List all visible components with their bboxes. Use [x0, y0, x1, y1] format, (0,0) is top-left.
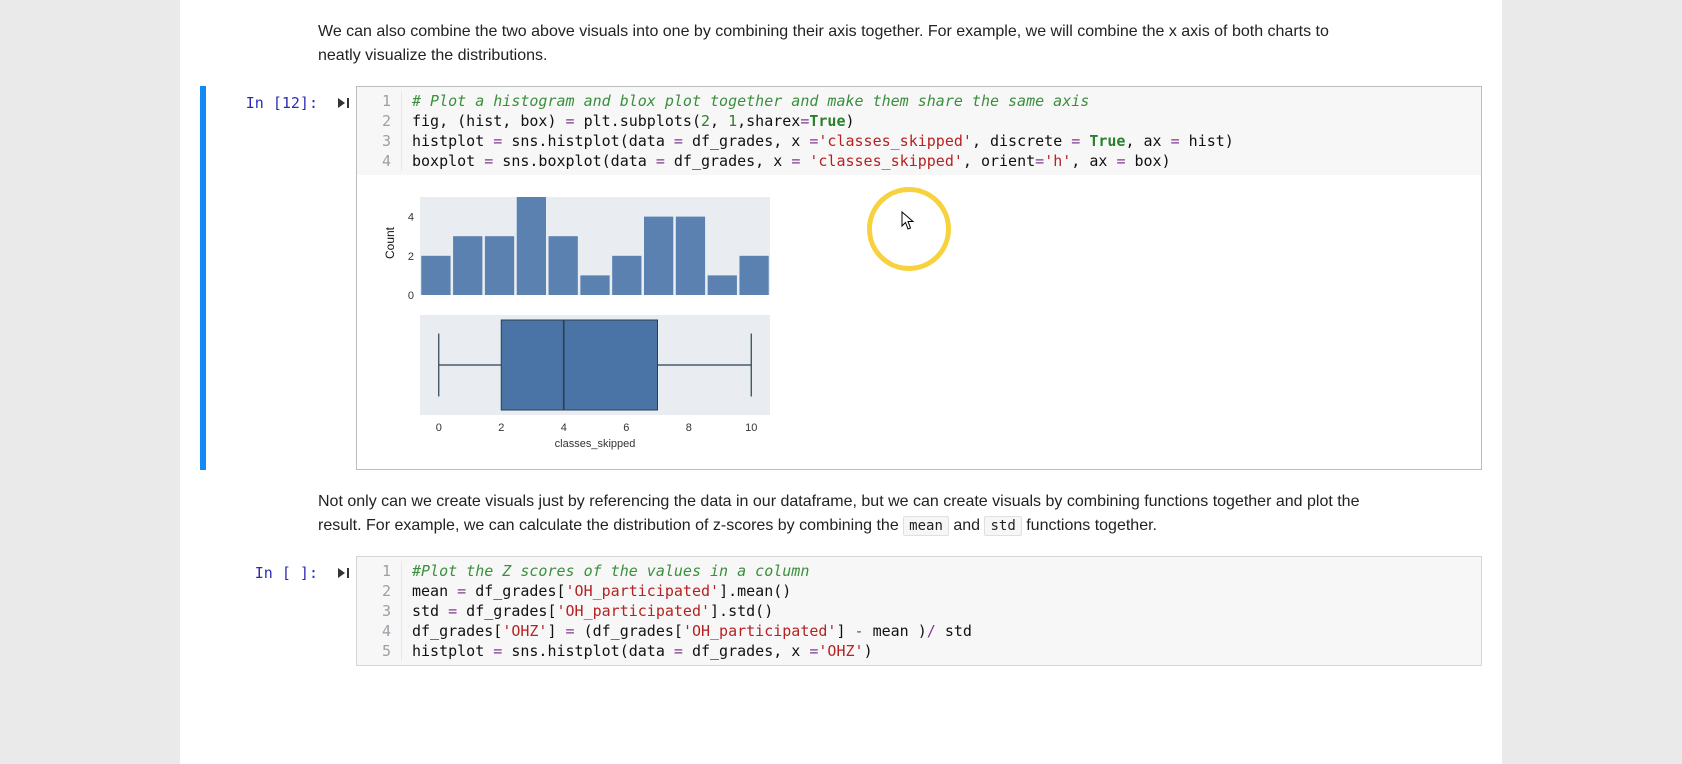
- svg-text:4: 4: [561, 422, 567, 434]
- markdown-paragraph-1: We can also combine the two above visual…: [318, 20, 1364, 68]
- svg-text:0: 0: [408, 290, 414, 302]
- svg-text:2: 2: [408, 251, 414, 263]
- code-cell-12[interactable]: In [12]: 1 2 3 4 # Plot a histogram and …: [200, 86, 1482, 470]
- line-gutter: 1 2 3 4 5: [357, 561, 402, 661]
- boxplot-plot: 0 2 4 6 8 10 classes_skipped: [395, 309, 775, 459]
- hist-ylabel: Count: [383, 227, 397, 259]
- inline-code-mean: mean: [903, 516, 949, 536]
- line-gutter: 1 2 3 4: [357, 91, 402, 171]
- cell-prompt: In [ ]:: [206, 556, 330, 666]
- svg-text:8: 8: [686, 422, 692, 434]
- cell-prompt: In [12]:: [206, 86, 330, 470]
- svg-text:2: 2: [498, 422, 504, 434]
- svg-text:4: 4: [408, 212, 414, 224]
- code-lines[interactable]: #Plot the Z scores of the values in a co…: [402, 561, 972, 661]
- run-cell-icon[interactable]: [330, 86, 356, 470]
- histogram-plot: 0 2 4: [395, 189, 775, 309]
- svg-text:10: 10: [745, 422, 757, 434]
- mouse-cursor-icon: [901, 211, 915, 231]
- run-cell-icon[interactable]: [330, 556, 356, 666]
- code-editor[interactable]: 1 2 3 4 5 #Plot the Z scores of the valu…: [357, 557, 1481, 665]
- code-editor[interactable]: 1 2 3 4 # Plot a histogram and blox plot…: [357, 87, 1481, 175]
- combined-plot: Count 024 0246810classes_skipped: [395, 189, 775, 459]
- inline-code-std: std: [984, 516, 1021, 536]
- annotation-highlight-circle: [867, 187, 951, 271]
- svg-text:0: 0: [436, 422, 442, 434]
- markdown-paragraph-2: Not only can we create visuals just by r…: [318, 490, 1364, 538]
- code-cell-empty[interactable]: In [ ]: 1 2 3 4 5 #Plot the Z scores of …: [200, 556, 1482, 666]
- svg-text:6: 6: [623, 422, 629, 434]
- cell-output: Count 0 2 4 0 2 4 6 8 10 classes_skipped: [357, 175, 1481, 469]
- svg-text:classes_skipped: classes_skipped: [555, 438, 636, 450]
- code-lines[interactable]: # Plot a histogram and blox plot togethe…: [402, 91, 1234, 171]
